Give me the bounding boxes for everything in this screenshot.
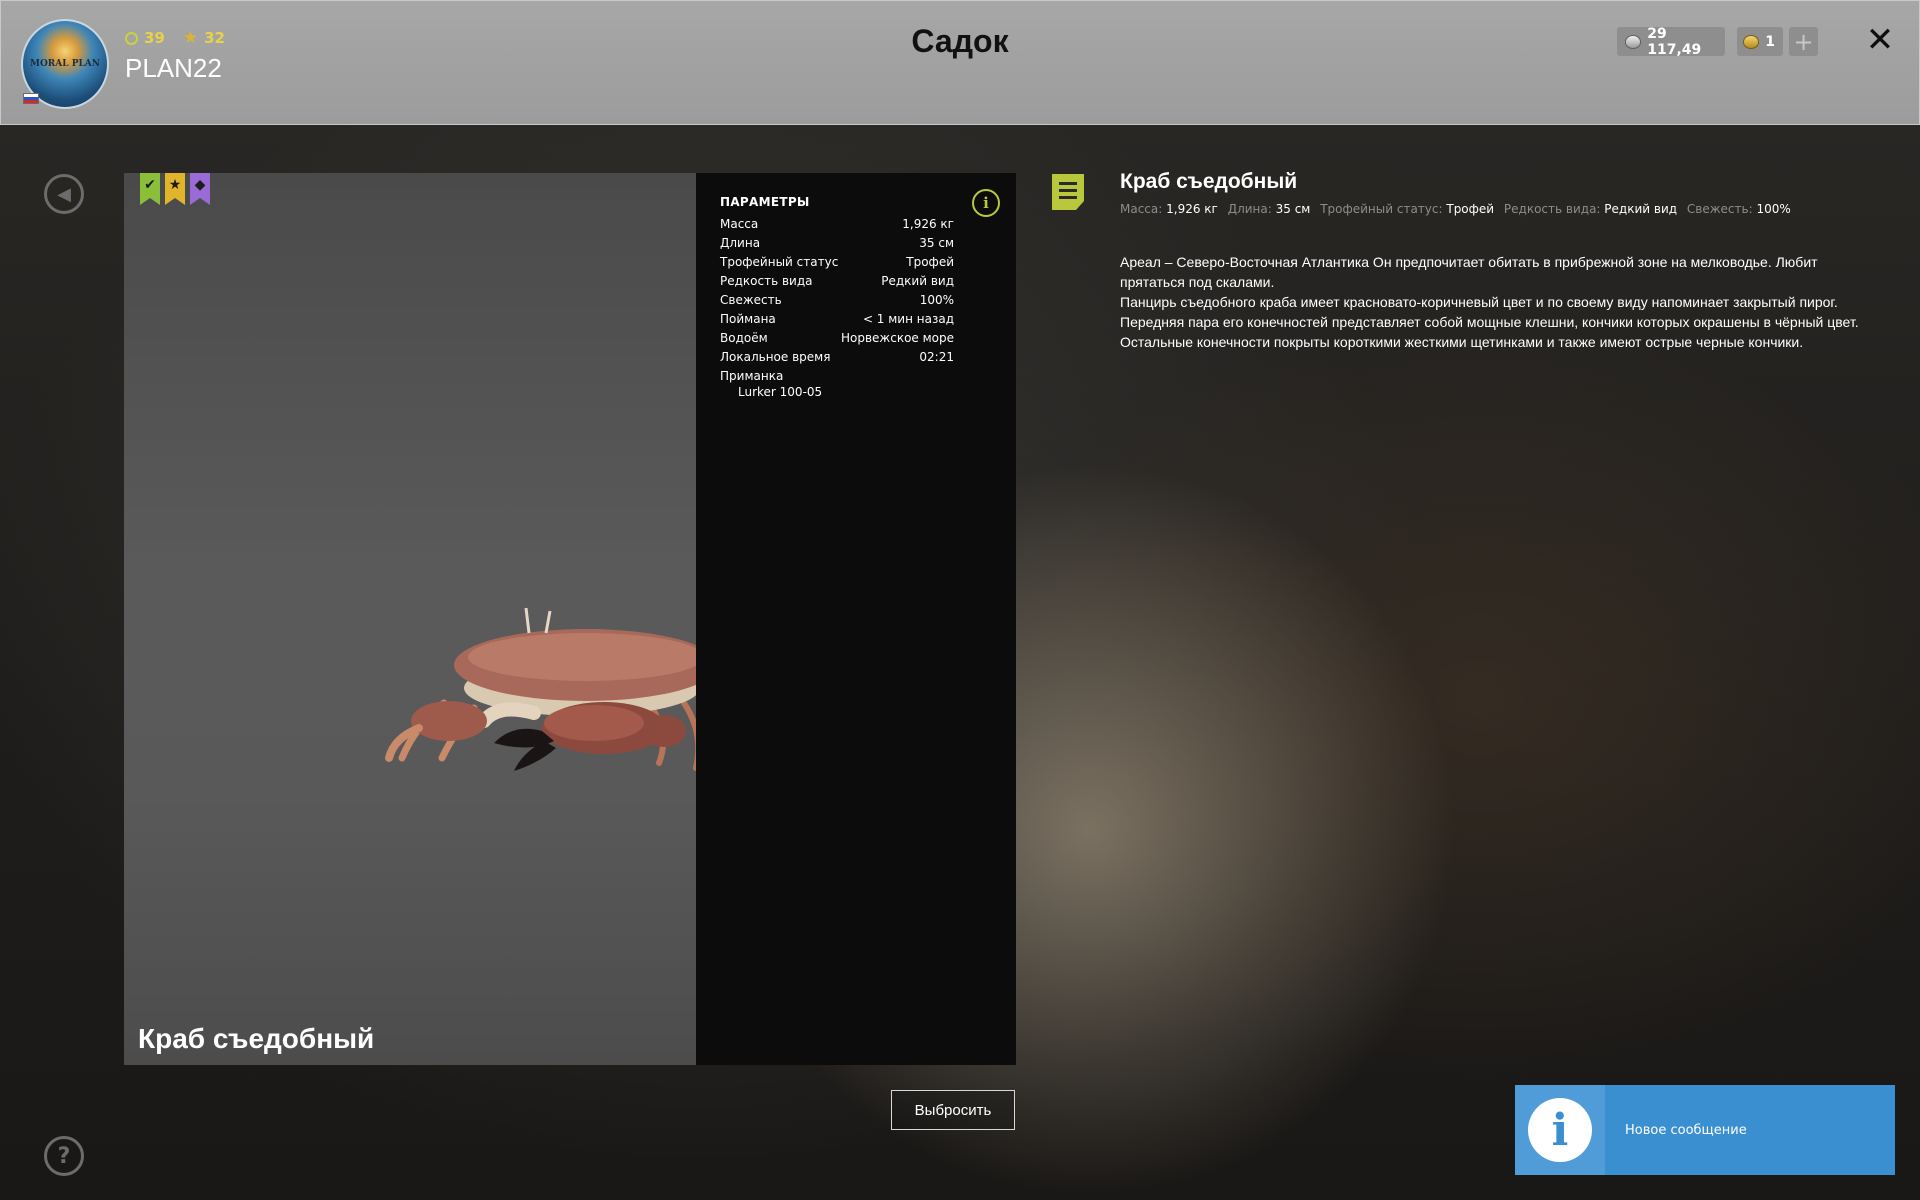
gold-amount: 1 (1765, 33, 1775, 50)
silver-coin-icon (1625, 34, 1642, 49)
silver-amount: 29 117,49 (1647, 25, 1702, 58)
parameters-title: ПАРАМЕТРЫ (720, 195, 810, 209)
bait-label: Приманка (720, 369, 784, 383)
parameters-panel: ПАРАМЕТРЫ i Масса 1,926 кг Длина 35 см Т… (696, 173, 1016, 1065)
meta-value: 100% (1756, 202, 1791, 216)
param-value: 100% (919, 293, 954, 307)
fish-3d-viewer[interactable]: ✔ ★ ◆ Краб съедобный (124, 173, 696, 1065)
param-label: Редкость вида (720, 274, 813, 288)
achievement-ribbons: ✔ ★ ◆ (140, 173, 210, 205)
param-label: Локальное время (720, 350, 831, 364)
add-currency-button[interactable]: + (1789, 27, 1818, 56)
meta-value: Трофей (1446, 202, 1495, 216)
info-icon: i (1528, 1098, 1592, 1162)
param-row-rarity: Редкость вида Редкий вид (720, 272, 954, 291)
avatar-logo-text: MORAL PLAN (29, 59, 101, 69)
info-icon[interactable]: i (972, 189, 1000, 217)
param-label: Водоём (720, 331, 768, 345)
toast-text: Новое сообщение (1625, 1122, 1747, 1138)
param-value: Редкий вид (881, 274, 954, 288)
param-label: Свежесть (720, 293, 782, 307)
meta-value: Редкий вид (1604, 202, 1678, 216)
fish-name-label: Краб съедобный (138, 1023, 375, 1054)
keepnet-screen: MORAL PLAN 39 ★ 32 PLAN22 Садок 29 117,4… (0, 0, 1920, 1200)
gold-balance[interactable]: 1 (1737, 27, 1783, 56)
russia-flag-icon (23, 93, 39, 104)
description-body: Ареал – Северо-Восточная Атлантика Он пр… (1120, 252, 1870, 352)
meta-value: 35 см (1275, 202, 1311, 216)
description-paragraph: Ареал – Северо-Восточная Атлантика Он пр… (1120, 254, 1818, 290)
new-message-toast[interactable]: i Новое сообщение (1515, 1085, 1895, 1175)
param-label: Трофейный статус (720, 255, 839, 269)
toast-icon-area: i (1515, 1085, 1605, 1175)
description-meta: Масса: 1,926 кг Длина: 35 см Трофейный с… (1120, 202, 1791, 216)
param-value: 02:21 (919, 350, 954, 364)
bait-value: Lurker 100-05 (738, 385, 823, 399)
meta-label: Длина: (1227, 202, 1272, 216)
star-icon: ★ (165, 173, 185, 205)
param-value: 1,926 кг (902, 217, 954, 231)
param-value: < 1 мин назад (862, 312, 954, 326)
top-bar: MORAL PLAN 39 ★ 32 PLAN22 Садок 29 117,4… (0, 0, 1920, 125)
diamond-icon: ◆ (190, 173, 210, 205)
meta-label: Редкость вида: (1503, 202, 1601, 216)
close-button[interactable]: ✕ (1863, 20, 1897, 60)
param-row-mass: Масса 1,926 кг (720, 215, 954, 234)
param-row-trophy: Трофейный статус Трофей (720, 253, 954, 272)
notes-icon (1052, 174, 1084, 210)
param-row-length: Длина 35 см (720, 234, 954, 253)
param-row-waterbody: Водоём Норвежское море (720, 329, 954, 348)
description-title: Краб съедобный (1120, 170, 1298, 193)
meta-label: Трофейный статус: (1320, 202, 1443, 216)
discard-button[interactable]: Выбросить (891, 1090, 1015, 1130)
param-value: Норвежское море (840, 331, 954, 345)
param-value: Трофей (906, 255, 954, 269)
param-value: 35 см (919, 236, 954, 250)
gold-coin-icon (1743, 34, 1760, 49)
meta-label: Масса: (1120, 202, 1163, 216)
silver-balance[interactable]: 29 117,49 (1617, 25, 1725, 58)
param-row-local-time: Локальное время 02:21 (720, 348, 954, 367)
description-paragraph: Панцирь съедобного краба имеет красноват… (1120, 294, 1859, 350)
check-icon: ✔ (140, 173, 160, 205)
crab-model (385, 607, 696, 771)
meta-value: 1,926 кг (1166, 202, 1218, 216)
param-label: Масса (720, 217, 759, 231)
meta-label: Свежесть: (1686, 202, 1753, 216)
param-row-caught: Поймана < 1 мин назад (720, 310, 954, 329)
back-icon[interactable]: ◀ (44, 174, 84, 214)
help-icon[interactable]: ? (44, 1136, 84, 1176)
param-label: Поймана (720, 312, 776, 326)
param-row-freshness: Свежесть 100% (720, 291, 954, 310)
param-label: Длина (720, 236, 761, 250)
